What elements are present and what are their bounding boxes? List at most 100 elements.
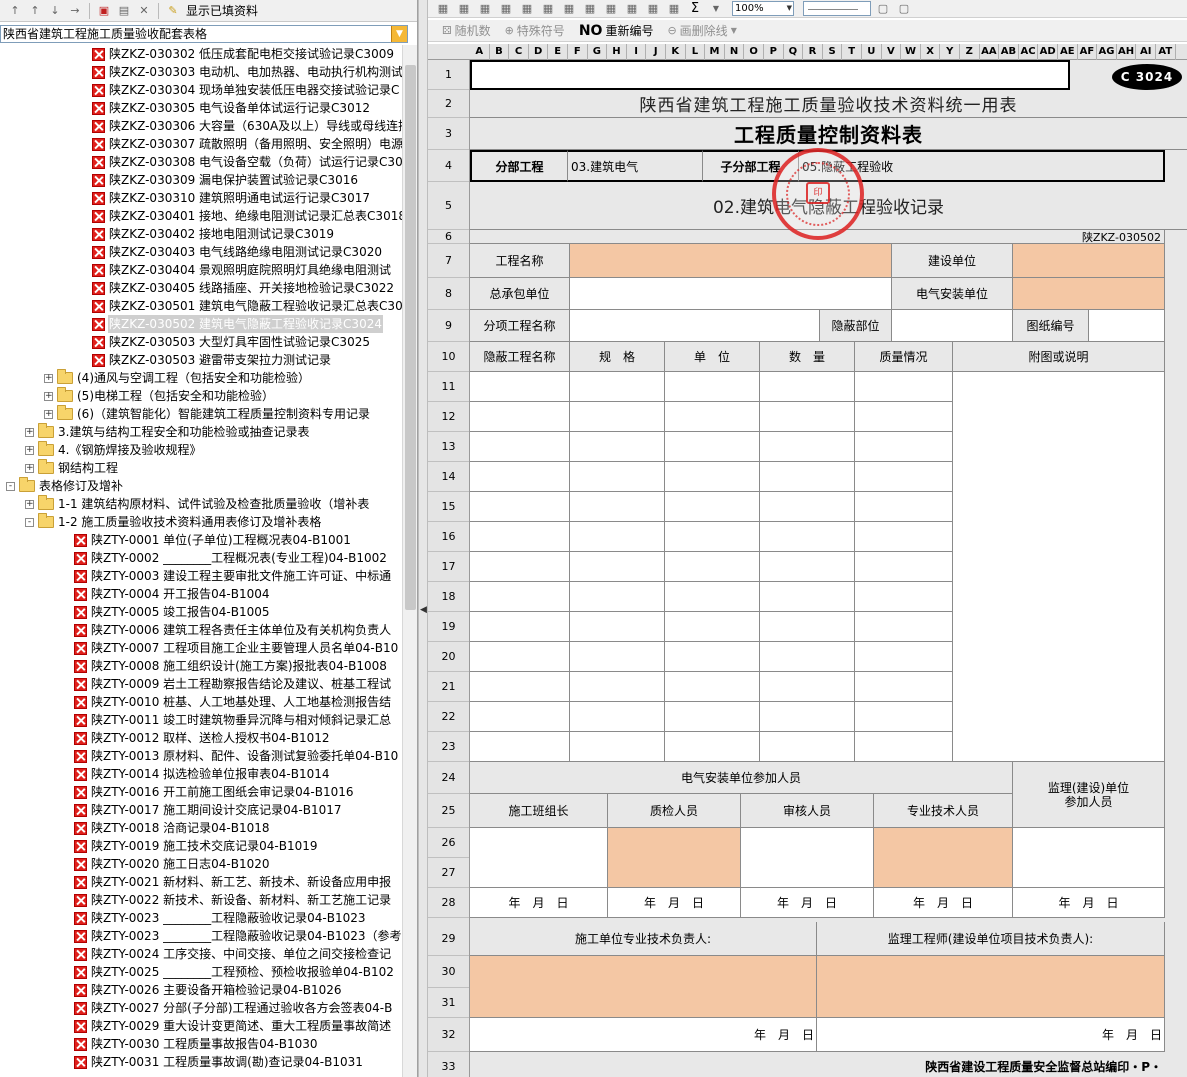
column-header-cell[interactable]: L bbox=[686, 44, 706, 60]
detail-cell[interactable] bbox=[470, 552, 570, 582]
contractor-tech-lead-date[interactable]: 年 月 日 bbox=[470, 1018, 817, 1052]
tree-item[interactable]: 陕ZTY-0013 原材料、配件、设备测试复验委托单04-B10 bbox=[74, 747, 399, 765]
column-header-cell[interactable]: AF bbox=[1078, 44, 1098, 60]
drawing-no-input[interactable] bbox=[1089, 310, 1165, 342]
tree-item[interactable]: 陕ZTY-0024 工序交接、中间交接、单位之间交接检查记 bbox=[74, 945, 392, 963]
detail-cell[interactable] bbox=[570, 582, 665, 612]
up-arrow-icon[interactable]: ↑ bbox=[6, 2, 24, 20]
pane-splitter[interactable]: ◀ bbox=[418, 0, 428, 1077]
row-header-cell[interactable]: 19 bbox=[428, 612, 469, 642]
random-number-button[interactable]: ⚄ 随机数 bbox=[442, 22, 491, 39]
up-arrow-icon[interactable]: ↑ bbox=[26, 2, 44, 20]
tree-item[interactable]: 陕ZKZ-030501 建筑电气隐蔽工程验收记录汇总表C30 bbox=[92, 297, 402, 315]
detail-cell[interactable] bbox=[855, 702, 953, 732]
detail-cell[interactable] bbox=[665, 492, 760, 522]
tree-item[interactable]: 陕ZKZ-030309 漏电保护装置试验记录C3016 bbox=[92, 171, 359, 189]
detail-cell[interactable] bbox=[470, 522, 570, 552]
tree-item[interactable]: 陕ZTY-0002 ________工程概况表(专业工程)04-B1002 bbox=[74, 549, 388, 567]
detail-cell[interactable] bbox=[760, 702, 855, 732]
tree-item[interactable]: 陕ZTY-0025 ________工程预检、预检收报验单04-B102 bbox=[74, 963, 395, 981]
tree-item[interactable]: 陕ZKZ-030401 接地、绝缘电阻测试记录汇总表C3018 bbox=[92, 207, 402, 225]
tree-item[interactable]: 陕ZTY-0020 施工日志04-B1020 bbox=[74, 855, 271, 873]
tree-item[interactable]: 陕ZTY-0011 竣工时建筑物垂异沉降与相对倾斜记录汇总 bbox=[74, 711, 392, 729]
tree-item[interactable]: 陕ZKZ-030302 低压成套配电柜交接试验记录C3009 bbox=[92, 45, 395, 63]
tree-folder[interactable]: +3.建筑与结构工程安全和功能检验或抽查记录表 bbox=[25, 423, 310, 441]
hidden-location-input[interactable] bbox=[892, 310, 1013, 342]
row-header-cell[interactable]: 9 bbox=[428, 310, 469, 342]
collapse-left-icon[interactable]: ◀ bbox=[420, 605, 427, 619]
detail-cell[interactable] bbox=[665, 582, 760, 612]
detail-cell[interactable] bbox=[570, 732, 665, 762]
collapse-icon[interactable]: - bbox=[25, 517, 34, 527]
tree-folder[interactable]: + (4)通风与空调工程（包括安全和功能检验） bbox=[44, 369, 311, 387]
column-header-cell[interactable]: N bbox=[725, 44, 745, 60]
detail-cell[interactable] bbox=[470, 642, 570, 672]
detail-cell[interactable] bbox=[570, 612, 665, 642]
detail-cell[interactable] bbox=[570, 552, 665, 582]
detail-cell[interactable] bbox=[855, 432, 953, 462]
reviewer-sign[interactable] bbox=[741, 828, 874, 888]
cell-icon[interactable]: ▦ bbox=[665, 0, 683, 18]
detail-cell[interactable] bbox=[570, 492, 665, 522]
strikethrough-button[interactable]: ⊖ 画删除线 ▼ bbox=[667, 22, 736, 39]
detail-cell[interactable] bbox=[665, 732, 760, 762]
column-header-cell[interactable]: M bbox=[705, 44, 725, 60]
detail-cell[interactable] bbox=[855, 372, 953, 402]
row-header-cell[interactable]: 8 bbox=[428, 278, 469, 310]
technician-sign[interactable] bbox=[874, 828, 1013, 888]
tree-folder[interactable]: - 1-2 施工质量验收技术资料通用表修订及增补表格 bbox=[25, 513, 322, 531]
tree-item[interactable]: 陕ZTY-0001 单位(子单位)工程概况表04-B1001 bbox=[74, 531, 352, 549]
detail-cell[interactable] bbox=[470, 732, 570, 762]
expand-icon[interactable]: + bbox=[25, 499, 34, 509]
tree-item[interactable]: 陕ZKZ-030307 疏散照明（备用照明、安全照明）电源 bbox=[92, 135, 402, 153]
row-header-cell[interactable]: 7 bbox=[428, 244, 469, 278]
column-header-cell[interactable]: AG bbox=[1097, 44, 1117, 60]
column-header-cell[interactable]: E bbox=[548, 44, 568, 60]
cell-icon[interactable]: ▦ bbox=[602, 0, 620, 18]
detail-cell[interactable] bbox=[470, 402, 570, 432]
tree-item[interactable]: 陕ZTY-0008 施工组织设计(施工方案)报批表04-B1008 bbox=[74, 657, 388, 675]
tree-item[interactable]: 陕ZTY-0016 开工前施工图纸会审记录04-B1016 bbox=[74, 783, 355, 801]
detail-cell[interactable] bbox=[855, 522, 953, 552]
row-header-cell[interactable]: 16 bbox=[428, 522, 469, 552]
column-header-cell[interactable]: C bbox=[509, 44, 529, 60]
detail-cell[interactable] bbox=[855, 612, 953, 642]
contractor-tech-lead-sign[interactable] bbox=[470, 956, 817, 1018]
column-header-cell[interactable]: AI bbox=[1136, 44, 1156, 60]
tree-item[interactable]: 陕ZKZ-030502 建筑电气隐蔽工程验收记录C3024 bbox=[92, 315, 383, 333]
tree-folder[interactable]: + 钢结构工程 bbox=[25, 459, 119, 477]
project-name-input[interactable] bbox=[570, 244, 892, 278]
new-doc-icon[interactable]: ▣ bbox=[95, 2, 113, 20]
border-icon[interactable]: ▢ bbox=[874, 0, 892, 18]
tree-item[interactable]: 陕ZTY-0031 工程质量事故调(勘)查记录04-B1031 bbox=[74, 1053, 364, 1071]
electrical-install-unit-input[interactable] bbox=[1013, 278, 1165, 310]
row-header-cell[interactable]: 11 bbox=[428, 372, 469, 402]
tree-item[interactable]: 陕ZTY-0014 拟选检验单位报审表04-B1014 bbox=[74, 765, 331, 783]
chevron-down-icon[interactable]: ▼ bbox=[391, 26, 407, 42]
column-header-cell[interactable]: K bbox=[666, 44, 686, 60]
column-header-cell[interactable]: AD bbox=[1038, 44, 1058, 60]
supervisor-sign[interactable] bbox=[817, 956, 1165, 1018]
cell-icon[interactable]: ▦ bbox=[476, 0, 494, 18]
tree-item[interactable]: 陕ZKZ-030402 接地电阻测试记录C3019 bbox=[92, 225, 335, 243]
scrollbar-thumb[interactable] bbox=[405, 65, 416, 610]
detail-cell[interactable] bbox=[760, 372, 855, 402]
row-header-cell[interactable]: 10 bbox=[428, 342, 469, 372]
column-header-cell[interactable]: AA bbox=[980, 44, 1000, 60]
cell-r1-input[interactable] bbox=[470, 60, 1070, 90]
row-header-cell[interactable]: 14 bbox=[428, 462, 469, 492]
detail-cell[interactable] bbox=[470, 612, 570, 642]
close-icon[interactable]: ✕ bbox=[135, 2, 153, 20]
detail-cell[interactable] bbox=[855, 462, 953, 492]
tree-item[interactable]: 陕ZKZ-030403 电气线路绝缘电阻测试记录C3020 bbox=[92, 243, 383, 261]
sum-icon[interactable]: Σ bbox=[686, 0, 704, 18]
detail-cell[interactable] bbox=[665, 522, 760, 552]
row-header-cell[interactable]: 26 bbox=[428, 828, 469, 858]
tree-item[interactable]: 陕ZKZ-030404 景观照明庭院照明灯具绝缘电阻测试 bbox=[92, 261, 392, 279]
tree-folder[interactable]: - 表格修订及增补 bbox=[6, 477, 124, 495]
chevron-down-icon[interactable]: ▼ bbox=[707, 0, 725, 18]
expand-icon[interactable]: + bbox=[25, 427, 34, 437]
detail-cell[interactable] bbox=[665, 702, 760, 732]
tree-item[interactable]: 陕ZTY-0004 开工报告04-B1004 bbox=[74, 585, 271, 603]
cell-icon[interactable]: ▦ bbox=[455, 0, 473, 18]
